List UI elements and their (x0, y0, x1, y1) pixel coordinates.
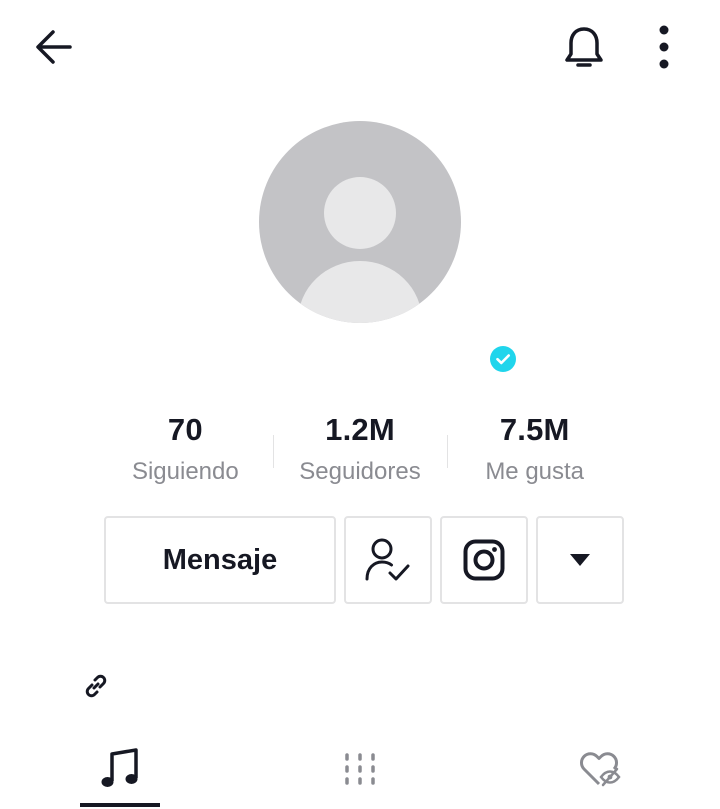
bell-icon (565, 27, 603, 67)
tab-grid[interactable] (320, 728, 400, 809)
message-button-label: Mensaje (162, 543, 278, 576)
stat-following[interactable]: 70 Siguiendo (98, 408, 273, 498)
following-label: Siguiendo (131, 458, 239, 485)
notifications-button[interactable] (552, 20, 616, 74)
stat-likes[interactable]: 7.5M Me gusta (447, 408, 622, 498)
instagram-button[interactable] (440, 516, 528, 604)
more-options-button[interactable] (638, 20, 690, 74)
instagram-icon (463, 539, 505, 581)
back-button[interactable] (22, 22, 86, 72)
tab-liked[interactable] (560, 728, 640, 809)
followers-count: 1.2M (325, 412, 395, 447)
verified-badge-icon (490, 346, 516, 372)
avatar[interactable] (259, 121, 461, 323)
caret-down-icon (570, 554, 590, 566)
active-tab-indicator (80, 803, 160, 807)
verified-badge (490, 346, 516, 372)
hidden-heart-icon (579, 751, 621, 786)
likes-label: Me gusta (485, 458, 585, 485)
music-note-icon (101, 747, 138, 787)
default-avatar-icon (259, 121, 461, 323)
message-button[interactable]: Mensaje (104, 516, 336, 604)
profile-stats: 70 Siguiendo 1.2M Seguidores 7.5M Me gus… (98, 408, 622, 498)
link-icon (85, 674, 107, 698)
profile-tabs (0, 728, 720, 809)
more-vertical-icon (659, 25, 669, 69)
tab-videos[interactable] (80, 728, 160, 809)
grid-icon (345, 752, 375, 785)
following-count: 70 (167, 412, 203, 447)
followers-label: Seguidores (299, 458, 421, 485)
stat-followers[interactable]: 1.2M Seguidores (272, 408, 448, 498)
user-check-icon (365, 538, 410, 581)
suggested-accounts-button[interactable] (536, 516, 624, 604)
likes-count: 7.5M (499, 412, 570, 447)
arrow-left-icon (36, 30, 72, 64)
bio-link[interactable] (82, 672, 110, 700)
following-status-button[interactable] (344, 516, 432, 604)
